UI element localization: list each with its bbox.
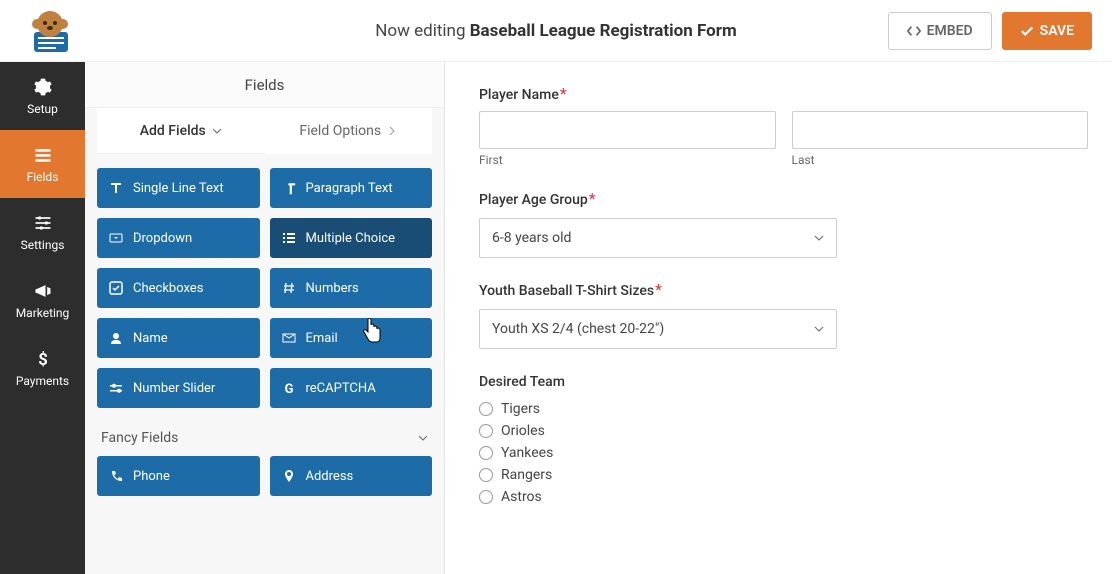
field-type-checkboxes[interactable]: Checkboxes — [97, 268, 260, 308]
save-button[interactable]: SAVE — [1002, 12, 1092, 50]
required-marker: * — [589, 189, 596, 208]
select-tshirt[interactable]: Youth XS 2/4 (chest 20-22") — [479, 309, 837, 349]
field-age-group[interactable]: Player Age Group* 6-8 years old — [479, 189, 1088, 258]
label-desired-team: Desired Team — [479, 374, 565, 390]
sidebar-item-payments[interactable]: $ Payments — [0, 334, 85, 402]
panel-title: Fields — [85, 62, 444, 108]
page-title: Now editing Baseball League Registration… — [375, 21, 736, 41]
sidebar-item-fields[interactable]: Fields — [0, 130, 85, 198]
megaphone-icon — [33, 281, 53, 301]
required-marker: * — [560, 84, 567, 103]
form-title: Baseball League Registration Form — [470, 21, 737, 41]
label-player-name: Player Name — [479, 87, 559, 103]
dollar-icon: $ — [33, 349, 53, 369]
sidebar-item-settings[interactable]: Settings — [0, 198, 85, 266]
panel-scroll[interactable]: Add Fields Field Options Single Line Tex… — [85, 108, 444, 574]
select-age-group[interactable]: 6-8 years old — [479, 218, 837, 258]
gear-icon — [33, 77, 53, 97]
phone-icon — [109, 469, 123, 483]
field-type-multiple-choice[interactable]: Multiple Choice — [270, 218, 433, 258]
chevron-down-icon — [418, 433, 428, 443]
fields-panel: Fields Add Fields Field Options Single L… — [85, 62, 445, 574]
radio-icon — [479, 424, 493, 438]
paragraph-icon — [282, 181, 296, 195]
radio-icon — [479, 468, 493, 482]
sliders-icon — [33, 213, 53, 233]
radio-icon — [479, 490, 493, 504]
wpforms-logo — [20, 6, 80, 56]
sublabel-first: First — [479, 153, 776, 167]
editing-prefix: Now editing — [375, 21, 469, 41]
svg-text:G: G — [284, 382, 293, 395]
pin-icon — [282, 469, 296, 483]
code-icon — [907, 24, 921, 38]
standard-fields-grid: Single Line TextParagraph TextDropdownMu… — [97, 168, 432, 408]
input-first-name[interactable] — [479, 111, 776, 149]
radio-option[interactable]: Orioles — [479, 420, 1088, 442]
radio-option[interactable]: Rangers — [479, 464, 1088, 486]
fancy-fields-grid: PhoneAddress — [97, 456, 432, 496]
field-type-email[interactable]: Email — [270, 318, 433, 358]
google-icon: G — [282, 381, 296, 395]
field-tshirt[interactable]: Youth Baseball T-Shirt Sizes* Youth XS 2… — [479, 280, 1088, 349]
field-type-phone[interactable]: Phone — [97, 456, 260, 496]
field-type-paragraph-text[interactable]: Paragraph Text — [270, 168, 433, 208]
field-type-dropdown[interactable]: Dropdown — [97, 218, 260, 258]
check-icon — [109, 281, 123, 295]
dropdown-icon — [109, 231, 123, 245]
radio-icon — [479, 446, 493, 460]
form-icon — [33, 145, 53, 165]
input-last-name[interactable] — [792, 111, 1089, 149]
chevron-down-icon — [814, 324, 824, 334]
sidebar-item-setup[interactable]: Setup — [0, 62, 85, 130]
list-icon — [282, 231, 296, 245]
user-icon — [109, 331, 123, 345]
sidebar-item-marketing[interactable]: Marketing — [0, 266, 85, 334]
tab-add-fields[interactable]: Add Fields — [97, 108, 265, 154]
field-type-single-line-text[interactable]: Single Line Text — [97, 168, 260, 208]
chevron-down-icon — [212, 126, 222, 136]
field-type-numbers[interactable]: Numbers — [270, 268, 433, 308]
panel-tabs: Add Fields Field Options — [97, 108, 432, 154]
field-type-recaptcha[interactable]: GreCAPTCHA — [270, 368, 433, 408]
field-type-name[interactable]: Name — [97, 318, 260, 358]
required-marker: * — [655, 280, 662, 299]
field-desired-team[interactable]: Desired Team TigersOriolesYankeesRangers… — [479, 371, 1088, 508]
radio-option[interactable]: Yankees — [479, 442, 1088, 464]
chevron-right-icon — [387, 126, 397, 136]
svg-text:$: $ — [38, 350, 48, 368]
label-age-group: Player Age Group — [479, 192, 588, 208]
check-icon — [1020, 24, 1034, 38]
slider-icon — [109, 381, 123, 395]
hash-icon — [282, 281, 296, 295]
form-preview[interactable]: Player Name* First Last Player Age Group… — [445, 62, 1112, 574]
field-type-address[interactable]: Address — [270, 456, 433, 496]
left-sidebar: Setup Fields Settings Marketing $ Paymen… — [0, 62, 85, 574]
text-icon — [109, 181, 123, 195]
field-type-number-slider[interactable]: Number Slider — [97, 368, 260, 408]
label-tshirt: Youth Baseball T-Shirt Sizes — [479, 283, 654, 299]
fancy-fields-header[interactable]: Fancy Fields — [97, 408, 432, 456]
top-bar: Now editing Baseball League Registration… — [0, 0, 1112, 62]
mail-icon — [282, 331, 296, 345]
radio-list-desired-team: TigersOriolesYankeesRangersAstros — [479, 398, 1088, 508]
radio-icon — [479, 402, 493, 416]
sublabel-last: Last — [792, 153, 1089, 167]
tab-field-options[interactable]: Field Options — [265, 108, 433, 154]
embed-button[interactable]: EMBED — [888, 12, 992, 50]
radio-option[interactable]: Tigers — [479, 398, 1088, 420]
chevron-down-icon — [814, 233, 824, 243]
field-player-name[interactable]: Player Name* First Last — [479, 84, 1088, 167]
radio-option[interactable]: Astros — [479, 486, 1088, 508]
